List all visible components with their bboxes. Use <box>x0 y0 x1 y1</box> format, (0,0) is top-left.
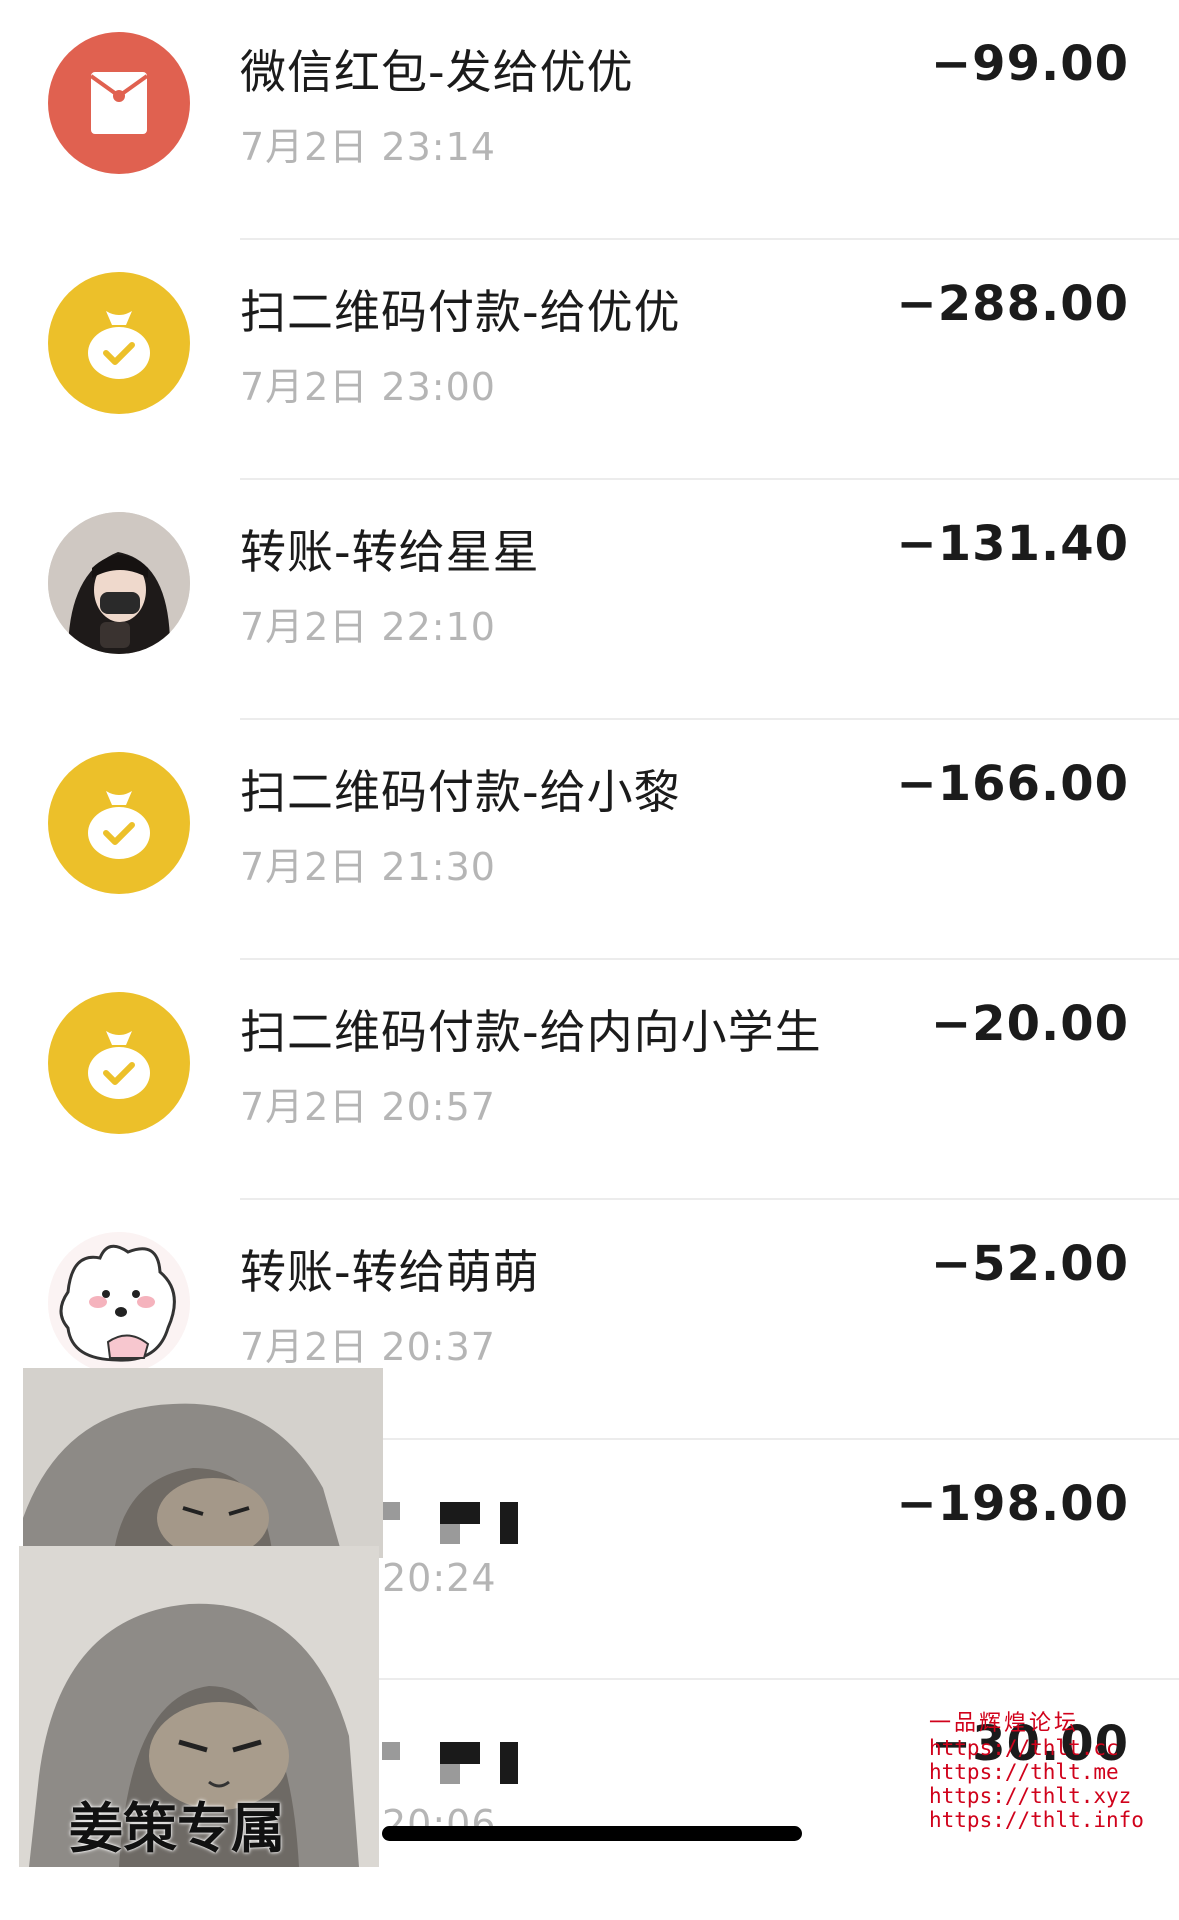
transaction-time: 7月2日 21:30 <box>240 845 496 889</box>
transaction-amount: −99.00 <box>930 36 1129 92</box>
transaction-title: 转账-转给星星 <box>240 525 540 579</box>
watermark-url: https://thlt.info <box>929 1808 1144 1832</box>
transaction-title: 扫二维码付款-给小黎 <box>240 765 681 819</box>
watermark-url: https://thlt.cc <box>929 1736 1119 1760</box>
transaction-title: 扫二维码付款-给内向小学生 <box>240 1005 822 1059</box>
money-bag-icon <box>48 752 190 894</box>
sticker-caption: 姜策专属 <box>69 1796 285 1860</box>
censor-mosaic <box>500 1742 518 1784</box>
transaction-time: 7月2日 20:37 <box>240 1325 496 1369</box>
transaction-time: 7月2日 22:10 <box>240 605 496 649</box>
transaction-row[interactable]: 转账-转给星星 7月2日 22:10 −131.40 <box>0 480 1179 720</box>
transaction-time: 7月2日 20:57 <box>240 1085 496 1129</box>
transaction-row[interactable]: 扫二维码付款-给优优 7月2日 23:00 −288.00 <box>0 240 1179 480</box>
watermark-url: https://thlt.me <box>929 1760 1119 1784</box>
watermark-url: https://thlt.xyz <box>929 1784 1132 1808</box>
censor-mosaic <box>382 1742 400 1760</box>
transaction-time: 20:24 <box>382 1556 497 1600</box>
censor-mosaic <box>382 1502 400 1520</box>
transaction-time: 7月2日 23:14 <box>240 125 496 169</box>
user-avatar-photo <box>48 512 190 654</box>
cartoon-bunny-avatar <box>48 1232 190 1374</box>
transaction-amount: −52.00 <box>930 1236 1129 1292</box>
cat-sticker-image: 姜策专属 <box>19 1546 379 1867</box>
censor-mosaic <box>440 1524 460 1544</box>
censor-mosaic <box>440 1742 480 1764</box>
transaction-title: 扫二维码付款-给优优 <box>240 285 681 339</box>
transaction-amount: −198.00 <box>896 1476 1129 1532</box>
transaction-title: 微信红包-发给优优 <box>240 45 634 99</box>
transaction-amount: −166.00 <box>896 756 1129 812</box>
transaction-row[interactable]: 微信红包-发给优优 7月2日 23:14 −99.00 <box>0 0 1179 240</box>
money-bag-icon <box>48 992 190 1134</box>
transaction-title: 转账-转给萌萌 <box>240 1245 540 1299</box>
watermark-title: 一品辉煌论坛 <box>929 1711 1080 1736</box>
red-packet-icon <box>48 32 190 174</box>
transaction-amount: −20.00 <box>930 996 1129 1052</box>
transaction-amount: −131.40 <box>896 516 1129 572</box>
cat-sticker-image <box>23 1368 383 1558</box>
forum-watermark: 一品辉煌论坛 https://thlt.cc https://thlt.me h… <box>929 1711 1144 1833</box>
money-bag-icon <box>48 272 190 414</box>
censor-mosaic <box>440 1502 480 1524</box>
censor-mosaic <box>440 1764 460 1784</box>
home-indicator[interactable] <box>382 1826 802 1841</box>
transaction-amount: −288.00 <box>896 276 1129 332</box>
transaction-row[interactable]: 扫二维码付款-给小黎 7月2日 21:30 −166.00 <box>0 720 1179 960</box>
transaction-time: 7月2日 23:00 <box>240 365 496 409</box>
censor-mosaic <box>500 1502 518 1544</box>
transaction-row[interactable]: 扫二维码付款-给内向小学生 7月2日 20:57 −20.00 <box>0 960 1179 1200</box>
